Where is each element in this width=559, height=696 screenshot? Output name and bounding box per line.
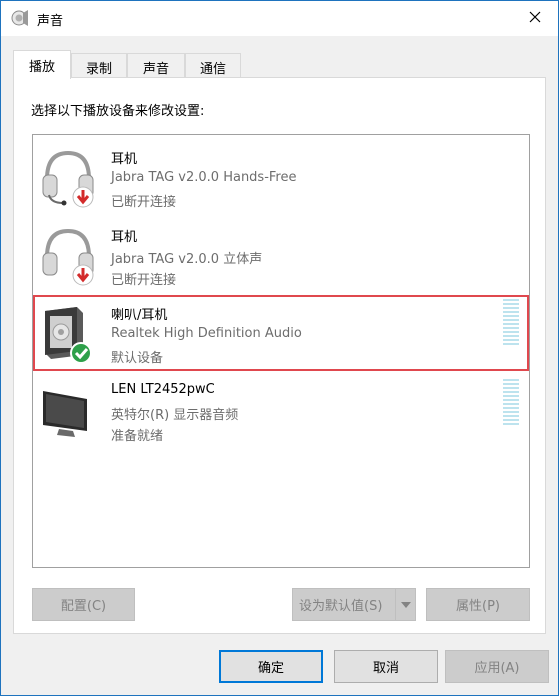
- close-button[interactable]: [512, 1, 558, 36]
- monitor-icon: [39, 379, 97, 443]
- device-status: 默认设备: [111, 351, 164, 366]
- volume-level-meter: [503, 379, 519, 427]
- device-status: 已断开连接: [111, 273, 177, 288]
- apply-button[interactable]: 应用(A): [445, 650, 549, 683]
- device-name: 耳机: [111, 152, 138, 167]
- device-description: 英特尔(R) 显示器音频: [111, 408, 239, 423]
- instruction-text: 选择以下播放设备来修改设置:: [31, 104, 205, 119]
- device-name: 喇叭/耳机: [111, 308, 168, 323]
- window-title: 声音: [37, 14, 64, 29]
- headset-icon: [39, 145, 97, 209]
- configure-button[interactable]: 配置(C): [32, 588, 135, 621]
- list-item-selected[interactable]: 喇叭/耳机 Realtek High Definition Audio 默认设备: [33, 295, 529, 371]
- list-item[interactable]: 耳机 Jabra TAG v2.0.0 Hands-Free 已断开连接: [33, 139, 529, 215]
- list-item[interactable]: 耳机 Jabra TAG v2.0.0 立体声 已断开连接: [33, 217, 529, 293]
- speaker-icon: [39, 301, 97, 365]
- title-bar[interactable]: 声音: [1, 1, 558, 36]
- headphones-icon: [39, 223, 97, 287]
- device-list[interactable]: 耳机 Jabra TAG v2.0.0 Hands-Free 已断开连接 耳机 …: [32, 134, 530, 568]
- speaker-app-icon: [11, 9, 29, 27]
- device-status: 已断开连接: [111, 195, 177, 210]
- tab-recording[interactable]: 录制: [71, 53, 127, 78]
- device-description: Jabra TAG v2.0.0 立体声: [111, 252, 263, 267]
- list-item[interactable]: LEN LT2452pwC 英特尔(R) 显示器音频 准备就绪: [33, 373, 529, 449]
- tab-playback[interactable]: 播放: [13, 50, 71, 79]
- chevron-down-icon: [400, 597, 411, 612]
- close-icon: [529, 11, 541, 27]
- ok-button[interactable]: 确定: [219, 650, 323, 683]
- volume-level-meter: [503, 299, 519, 347]
- sound-dialog: 声音 播放 录制 声音 通信 选择以下播放设备来修改设置: 耳机 Jabra T…: [0, 0, 559, 696]
- playback-panel: 选择以下播放设备来修改设置: 耳机 Jabra TAG v2.0.0 Hands…: [13, 77, 546, 634]
- device-status: 准备就绪: [111, 429, 164, 444]
- device-description: Realtek High Definition Audio: [111, 326, 302, 341]
- set-default-button[interactable]: 设为默认值(S): [292, 588, 416, 621]
- cancel-button[interactable]: 取消: [334, 650, 438, 683]
- dropdown-arrow-button[interactable]: [395, 589, 415, 620]
- tab-communications[interactable]: 通信: [185, 53, 241, 78]
- device-name: 耳机: [111, 230, 138, 245]
- tab-sounds[interactable]: 声音: [127, 53, 185, 78]
- device-name: LEN LT2452pwC: [111, 382, 215, 397]
- properties-button[interactable]: 属性(P): [426, 588, 530, 621]
- device-description: Jabra TAG v2.0.0 Hands-Free: [111, 170, 297, 185]
